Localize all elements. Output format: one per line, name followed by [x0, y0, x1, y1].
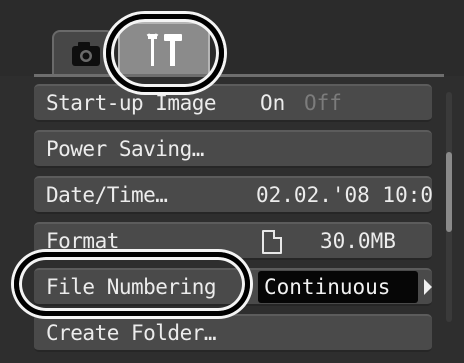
menu-item-start-up-image[interactable]: Start-up Image On Off	[34, 84, 432, 122]
tab-divider	[34, 74, 444, 77]
menu-item-date-time[interactable]: Date/Time… 02.02.'08 10:00	[34, 176, 432, 214]
menu-item-highlight-ring	[14, 252, 250, 316]
file-numbering-value-text: Continuous	[264, 275, 391, 299]
option-off[interactable]: Off	[304, 86, 342, 120]
menu-item-label: Power Saving…	[46, 137, 204, 161]
scrollbar-thumb[interactable]	[446, 152, 452, 232]
tab-bar	[0, 0, 464, 77]
setup-menu-screen: Start-up Image On Off Power Saving… Date…	[0, 0, 464, 363]
menu-item-power-saving[interactable]: Power Saving…	[34, 130, 432, 168]
menu-item-label: Create Folder…	[46, 321, 217, 345]
menu-item-create-folder[interactable]: Create Folder…	[34, 314, 432, 352]
arrow-right-icon[interactable]	[424, 279, 432, 295]
menu-item-label: Date/Time…	[46, 183, 168, 207]
format-capacity-value: 30.0MB	[320, 229, 396, 253]
tab-highlight-ring	[106, 14, 224, 92]
file-numbering-value[interactable]: Continuous	[258, 271, 418, 303]
file-icon	[262, 230, 282, 254]
date-time-value: 02.02.'08 10:00	[256, 183, 432, 207]
option-on[interactable]: On	[260, 86, 285, 120]
tab-shooting[interactable]	[52, 30, 114, 74]
